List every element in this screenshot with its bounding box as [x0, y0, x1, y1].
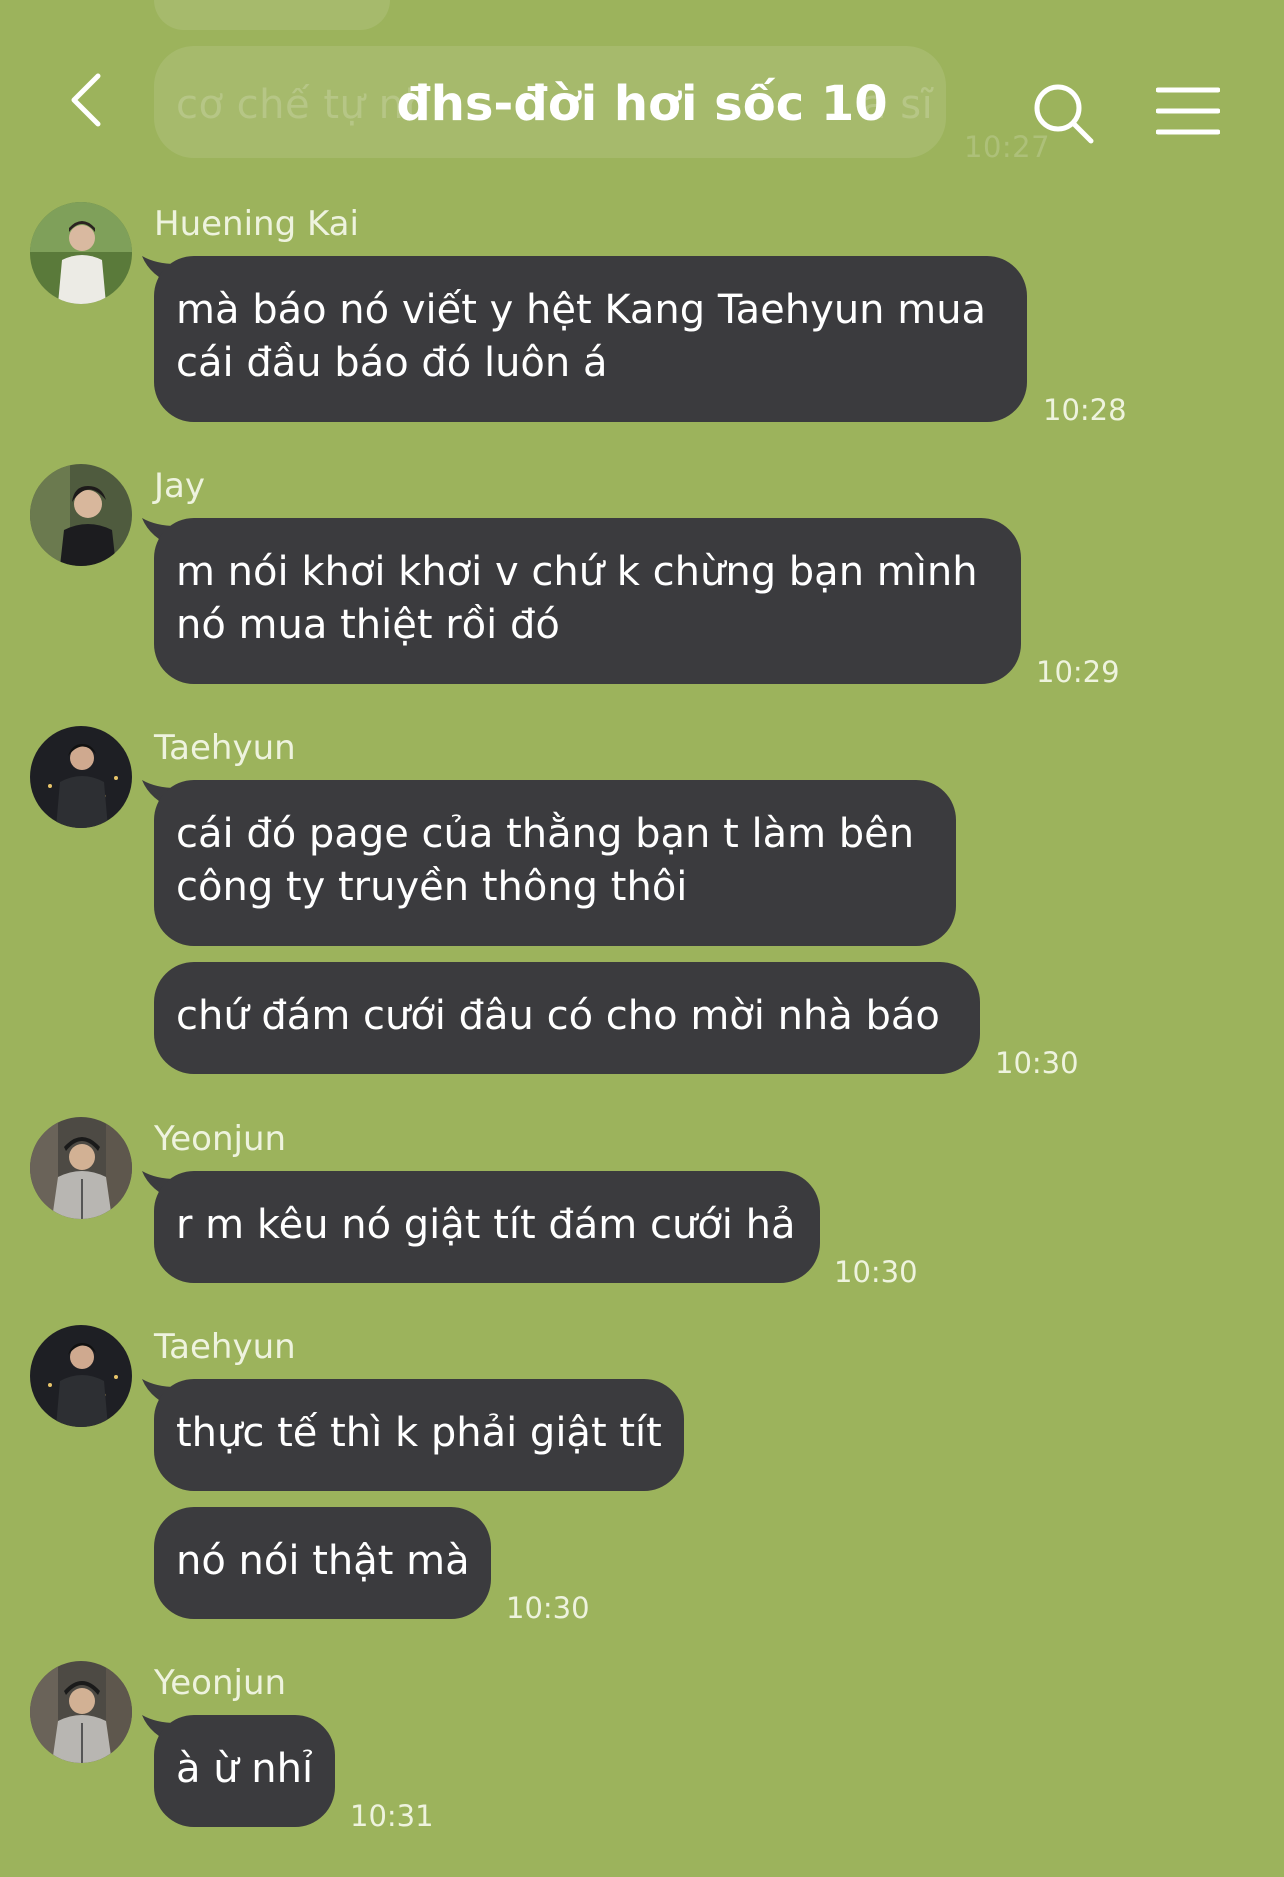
message-bubble[interactable]: à ừ nhỉ — [154, 1715, 335, 1827]
chat-title: đhs-đời hơi sốc 10 — [396, 76, 888, 132]
message-text-line: m nói khơi khơi v chứ k chừng bạn mình — [176, 549, 978, 595]
message-text-line: cái đó page của thằng bạn t làm bên — [176, 811, 915, 857]
message-time: 10:30 — [834, 1255, 918, 1289]
avatar-taehyun[interactable] — [30, 726, 132, 828]
chevron-left-icon[interactable] — [60, 70, 120, 130]
search-icon[interactable] — [1032, 82, 1096, 146]
chat-screen: cơ chế tự nh a sĩ 10:27 đhs-đời hơi sốc … — [0, 0, 1284, 1877]
avatar-taehyun[interactable] — [30, 1325, 132, 1427]
message-text-line: thực tế thì k phải giật tít — [176, 1410, 662, 1456]
message-text-line: à ừ nhỉ — [176, 1746, 314, 1792]
avatar-yeonjun[interactable] — [30, 1117, 132, 1219]
sender-name: Huening Kai — [154, 204, 359, 244]
sender-name: Jay — [154, 466, 205, 506]
avatar-huening-kai[interactable] — [30, 202, 132, 304]
message-text-line: mà báo nó viết y hệt Kang Taehyun mua — [176, 287, 987, 333]
hamburger-menu-icon[interactable] — [1156, 86, 1220, 136]
chat-header: đhs-đời hơi sốc 10 — [0, 0, 1284, 190]
message-text-line: chứ đám cưới đâu có cho mời nhà báo — [176, 993, 940, 1039]
message-text-line: cái đầu báo đó luôn á — [176, 340, 608, 386]
message-text-line: r m kêu nó giật tít đám cưới hả — [176, 1202, 796, 1248]
message-bubble[interactable]: nó nói thật mà — [154, 1507, 491, 1619]
message-bubble[interactable]: r m kêu nó giật tít đám cưới hả — [154, 1171, 820, 1283]
message-bubble[interactable]: chứ đám cưới đâu có cho mời nhà báo — [154, 962, 980, 1074]
message-time: 10:28 — [1043, 393, 1127, 427]
message-bubble[interactable]: cái đó page của thằng bạn t làm bên công… — [154, 780, 956, 946]
sender-name: Taehyun — [154, 728, 296, 768]
message-time: 10:29 — [1036, 655, 1120, 689]
sender-name: Yeonjun — [154, 1119, 287, 1159]
message-time: 10:30 — [506, 1591, 590, 1625]
message-text-line: nó nói thật mà — [176, 1538, 470, 1584]
message-bubble[interactable]: thực tế thì k phải giật tít — [154, 1379, 684, 1491]
message-time: 10:30 — [995, 1046, 1079, 1080]
sender-name: Taehyun — [154, 1327, 296, 1367]
message-time: 10:31 — [350, 1799, 434, 1833]
avatar-yeonjun[interactable] — [30, 1661, 132, 1763]
avatar-jay[interactable] — [30, 464, 132, 566]
message-text-line: nó mua thiệt rồi đó — [176, 602, 560, 648]
message-text-line: công ty truyền thông thôi — [176, 864, 688, 910]
message-bubble[interactable]: m nói khơi khơi v chứ k chừng bạn mình n… — [154, 518, 1021, 684]
message-bubble[interactable]: mà báo nó viết y hệt Kang Taehyun mua cá… — [154, 256, 1027, 422]
sender-name: Yeonjun — [154, 1663, 287, 1703]
